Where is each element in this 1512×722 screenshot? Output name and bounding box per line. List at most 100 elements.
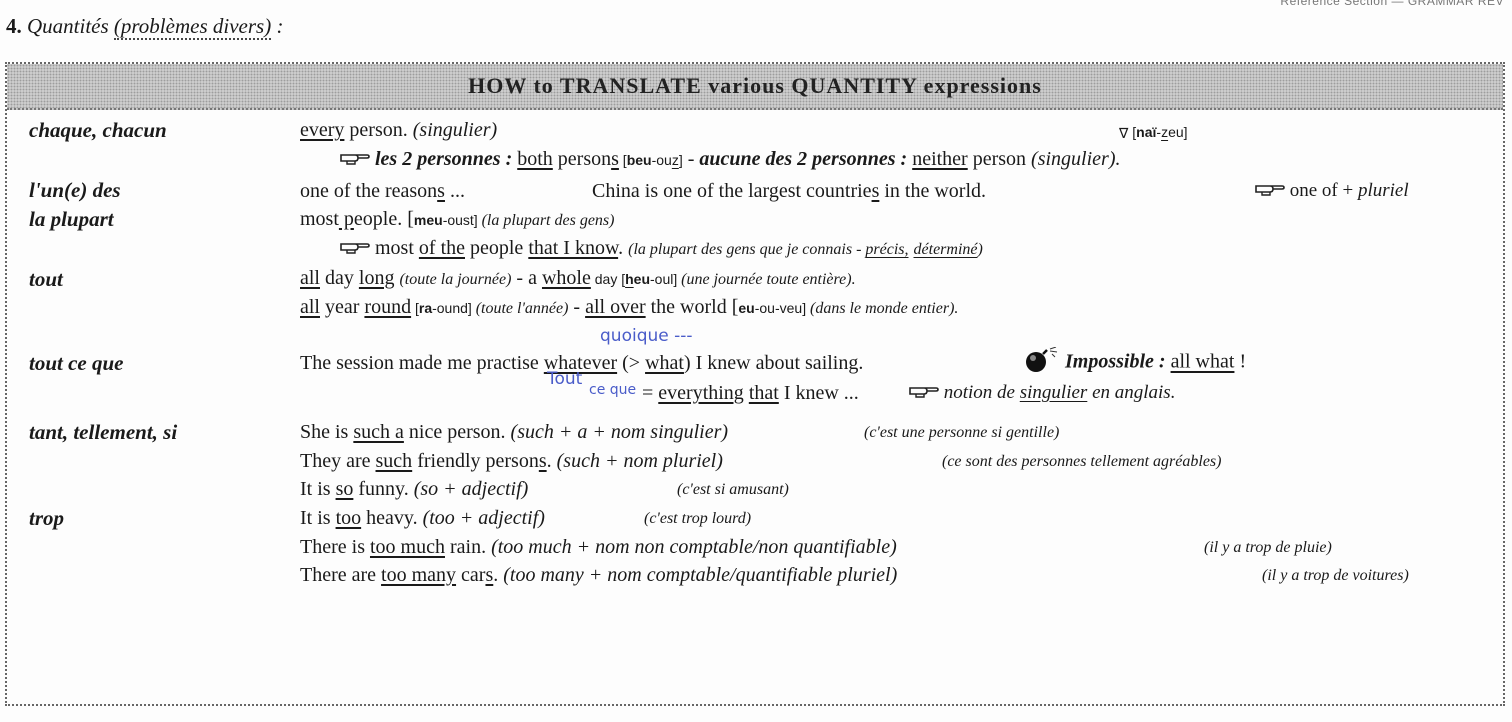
line-impossible: Impossible : all what ! <box>1022 343 1247 379</box>
line-both-neither: les 2 personnes : both persons [beu-ouz]… <box>340 148 1120 172</box>
underlined-word: every <box>300 119 345 141</box>
underlined-word: too many <box>381 564 457 586</box>
line-most-of-the: most of the people that I know. (la plup… <box>340 237 983 261</box>
text: - a <box>511 267 542 289</box>
dash: - <box>568 296 586 318</box>
text: They are <box>300 450 376 472</box>
note-singulier: notion de singulier en anglais. <box>909 382 1175 405</box>
pointing-hand-icon <box>909 383 939 405</box>
text: (> <box>617 352 646 374</box>
pron: -ou <box>651 152 672 168</box>
text: car <box>456 564 486 586</box>
term-tout: tout <box>29 267 63 291</box>
text: day <box>320 267 359 289</box>
note: (la plupart des gens que je connais - <box>628 241 866 258</box>
note: (la plupart des gens) <box>481 212 615 229</box>
pronunciation-neither: ∇ [naï-zeu] <box>1119 124 1188 142</box>
note: (too much + nom non comptable/non quanti… <box>491 536 897 558</box>
note: (so + adjectif) <box>413 478 529 500</box>
line-everything: = everything that I knew ... <box>642 382 859 405</box>
text: ! <box>1234 350 1247 373</box>
text: I knew ... <box>778 382 859 404</box>
note: (toute l'année) <box>475 300 569 317</box>
text: . <box>546 450 557 472</box>
line-such-a: She is such a nice person. (such + a + n… <box>300 421 728 444</box>
note: (such + a + nom singulier) <box>510 421 729 443</box>
underlined-word: round <box>364 296 412 318</box>
translation-trop-de-voitures: (il y a trop de voitures) <box>1262 567 1409 584</box>
text: funny. <box>353 478 414 500</box>
dash: - <box>682 148 700 170</box>
note-one-of-plural: one of + pluriel <box>1255 180 1409 203</box>
note: (singulier). <box>1031 148 1121 170</box>
line-too-many: There are too many cars. (too many + nom… <box>300 564 897 587</box>
underlined-word: both <box>517 148 553 170</box>
text: The session made me practise <box>300 352 544 374</box>
text: person. <box>344 119 413 141</box>
line-too-heavy: It is too heavy. (too + adjectif) <box>300 507 545 530</box>
text: China is one of the largest countrie <box>592 180 872 202</box>
text: person <box>967 148 1032 170</box>
note-bold: aucune des 2 personnes : <box>699 148 908 170</box>
underlined-word: all over <box>585 296 646 318</box>
text: rain. <box>444 536 492 558</box>
text: one of + <box>1289 180 1358 201</box>
term-plupart: la plupart <box>29 207 114 231</box>
section-title-colon: : <box>276 14 284 38</box>
text: one of the reason <box>300 180 438 202</box>
note: (singulier) <box>412 119 498 141</box>
text: heavy. <box>361 507 423 529</box>
note: (too many + nom comptable/quantifiable p… <box>503 564 898 586</box>
underlined-word: whole <box>541 267 591 289</box>
nabla-symbol-icon: ∇ <box>1119 124 1129 141</box>
translation-trop-de-pluie: (il y a trop de pluie) <box>1204 539 1332 556</box>
section-number: 4. <box>6 14 22 38</box>
text: in the world. <box>879 180 987 202</box>
underlined-word: such a <box>353 421 404 443</box>
section-title: 4. Quantités (problèmes divers) : <box>6 14 284 40</box>
line-such: They are such friendly persons. (such + … <box>300 450 723 473</box>
translation-trop-lourd: (c'est trop lourd) <box>644 510 752 527</box>
text: most <box>375 237 419 259</box>
underlined-letter: s <box>538 450 547 472</box>
underlined-word: what <box>645 352 684 374</box>
stress: beu <box>626 152 652 168</box>
underlined-word: précis, <box>865 241 909 258</box>
line-china: China is one of the largest countries in… <box>592 180 986 203</box>
text: year <box>320 296 365 318</box>
rest: eu] <box>1168 124 1188 140</box>
translation-si-gentille: (c'est une personne si gentille) <box>864 424 1060 441</box>
text: It is <box>300 478 336 500</box>
box-title: HOW to TRANSLATE various QUANTITY expres… <box>468 73 1042 98</box>
text: = <box>642 382 659 404</box>
text: There is <box>300 536 370 558</box>
pointing-hand-icon <box>340 149 370 172</box>
underlined-word: that <box>748 382 779 404</box>
term-tout-ce-que: tout ce que <box>29 351 124 375</box>
pron: -oust] <box>442 212 482 228</box>
term-tant: tant, tellement, si <box>29 420 178 444</box>
quantity-table-box: HOW to TRANSLATE various QUANTITY expres… <box>5 62 1505 706</box>
underlined-word: so <box>335 478 354 500</box>
pron: day [ <box>590 271 626 287</box>
note-bold: les 2 personnes : <box>375 148 513 170</box>
line-every: every person. (singulier) <box>300 119 497 142</box>
underlined-word: déterminé <box>913 241 978 258</box>
text: eople. [ <box>353 208 414 230</box>
term-lun: l'un(e) des <box>29 178 121 202</box>
note: (such + nom pluriel) <box>556 450 723 472</box>
underlined-letter: s <box>437 180 445 202</box>
underlined-letter: h <box>625 271 634 287</box>
note: (une journée toute entière). <box>681 271 856 288</box>
stress: eu <box>633 271 651 287</box>
underlined-word: long <box>358 267 395 289</box>
pron: -ound] <box>432 300 476 316</box>
line-all-day: all day long (toute la journée) - a whol… <box>300 267 856 290</box>
line-so-funny: It is so funny. (so + adjectif) <box>300 478 528 501</box>
box-header: HOW to TRANSLATE various QUANTITY expres… <box>7 64 1503 110</box>
text: the world [ <box>645 296 739 318</box>
stress: ra <box>418 300 433 316</box>
underlined-word: all <box>300 296 320 318</box>
text: It is <box>300 507 336 529</box>
pointing-hand-icon <box>340 238 370 261</box>
